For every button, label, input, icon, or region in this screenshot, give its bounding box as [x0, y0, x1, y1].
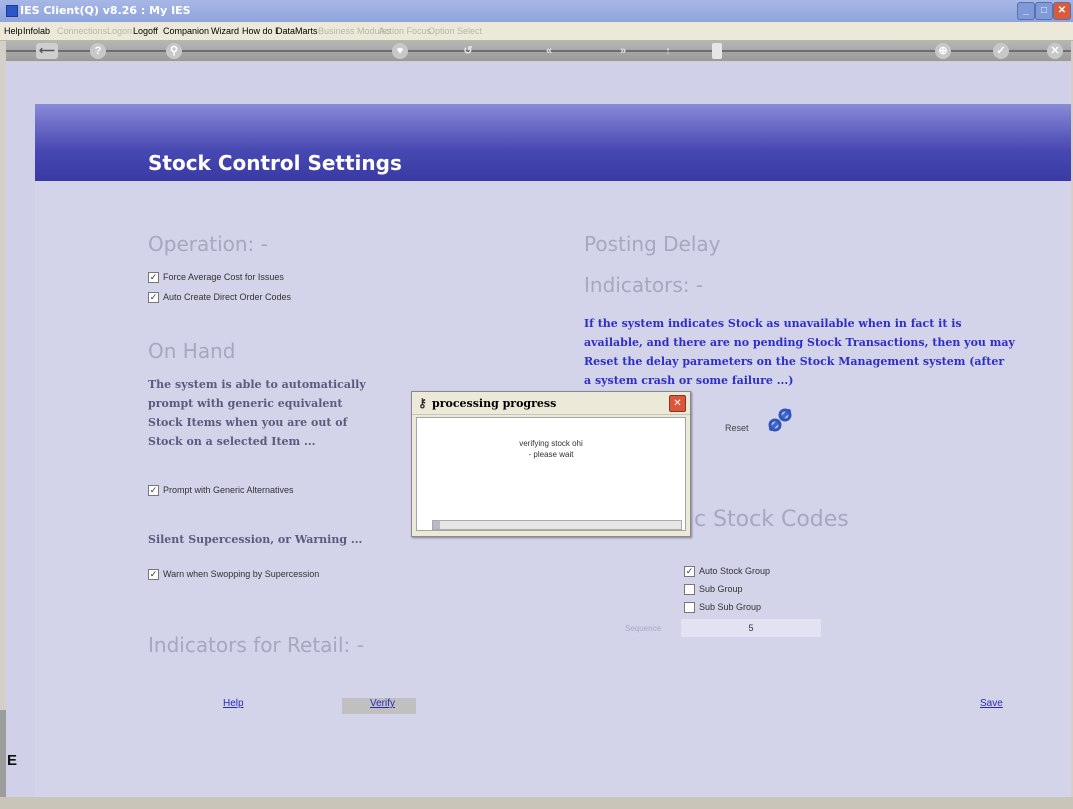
sequence-field[interactable]: 5: [681, 619, 821, 637]
supercession-text: Silent Supercession, or Warning ...: [148, 533, 363, 546]
checkbox-mark: ✓: [148, 272, 159, 284]
header-banner: Stock Control Settings: [35, 104, 1071, 181]
progress-fill: [433, 521, 441, 529]
menu-logon[interactable]: Logon: [107, 26, 132, 36]
menu-wizard[interactable]: Wizard: [211, 26, 239, 36]
verify-link[interactable]: Verify: [370, 698, 395, 709]
sequence-label: Sequence: [625, 624, 662, 633]
minimize-button[interactable]: _: [1017, 2, 1035, 20]
warn-supercession-checkbox[interactable]: ✓ Warn when Swopping by Supercession: [148, 569, 319, 581]
menu-infolab[interactable]: Infolab: [23, 26, 50, 36]
menu-connections[interactable]: Connections: [57, 26, 107, 36]
menu-logoff[interactable]: Logoff: [133, 26, 158, 36]
checkbox-mark: ✓: [148, 485, 159, 497]
forward-icon[interactable]: »: [615, 43, 631, 59]
page-title: Stock Control Settings: [148, 151, 402, 175]
maximize-button[interactable]: □: [1035, 2, 1053, 20]
window-title: IES Client(Q) v8.26 : My IES: [20, 4, 191, 17]
dialog-message-line2: - please wait: [528, 450, 574, 459]
menu-datamarts[interactable]: DataMarts: [276, 26, 318, 36]
checkbox-mark: [684, 584, 695, 596]
back-icon[interactable]: ⟵: [36, 43, 58, 59]
dialog-body: verifying stock ohi - please wait: [416, 417, 686, 531]
toolbar: ⟵ ? ⚲ ♥ ↺ « » ↑ ⊕ ✓ ✕: [6, 41, 1071, 61]
posting-delay-heading: Posting Delay: [584, 232, 721, 256]
sub-group-checkbox[interactable]: Sub Group: [684, 584, 743, 596]
menu-companion[interactable]: Companion: [163, 26, 209, 36]
force-average-cost-checkbox[interactable]: ✓ Force Average Cost for Issues: [148, 272, 284, 284]
progress-bar: [432, 520, 682, 530]
posting-delay-text: If the system indicates Stock as unavail…: [584, 317, 1015, 387]
title-bar: IES Client(Q) v8.26 : My IES _ □ ✕: [0, 0, 1073, 23]
dialog-close-button[interactable]: ✕: [669, 395, 686, 412]
indicators-heading: Indicators: -: [584, 273, 704, 297]
stop-icon[interactable]: [712, 43, 722, 59]
help-icon[interactable]: ?: [90, 43, 106, 59]
nav-icon[interactable]: ↑: [660, 43, 676, 59]
prompt-generic-alternatives-checkbox[interactable]: ✓ Prompt with Generic Alternatives: [148, 485, 294, 497]
dialog-message-line1: verifying stock ohi: [519, 439, 583, 448]
on-hand-text: The system is able to automatically prom…: [148, 378, 366, 448]
reset-link-icon[interactable]: [763, 403, 797, 437]
processing-progress-dialog: ⚷ processing progress ✕ verifying stock …: [411, 391, 691, 537]
auto-stock-group-checkbox[interactable]: ✓ Auto Stock Group: [684, 566, 770, 578]
dialog-title: processing progress: [432, 397, 557, 410]
checkbox-mark: ✓: [148, 569, 159, 581]
menu-option-select[interactable]: Option Select: [428, 26, 482, 36]
checkbox-mark: ✓: [684, 566, 695, 578]
rewind-icon[interactable]: «: [541, 43, 557, 59]
checkbox-mark: ✓: [148, 292, 159, 304]
refresh-icon[interactable]: ↺: [460, 43, 476, 59]
dialog-title-bar: ⚷ processing progress ✕: [412, 392, 690, 415]
checkbox-mark: [684, 602, 695, 614]
left-strip: [0, 710, 6, 800]
save-link[interactable]: Save: [980, 698, 1003, 709]
status-bar: [0, 797, 1073, 809]
stock-codes-heading: c Stock Codes: [694, 507, 849, 532]
retail-heading: Indicators for Retail: -: [148, 633, 364, 657]
sub-sub-group-checkbox[interactable]: Sub Sub Group: [684, 602, 761, 614]
search-icon[interactable]: ⚲: [166, 43, 182, 59]
auto-create-direct-order-checkbox[interactable]: ✓ Auto Create Direct Order Codes: [148, 292, 291, 304]
key-icon: ⚷: [418, 396, 427, 410]
heart-icon[interactable]: ♥: [392, 43, 408, 59]
menu-how-do-i[interactable]: How do I: [242, 26, 278, 36]
close-window-button[interactable]: ✕: [1053, 2, 1071, 20]
close-icon[interactable]: ✕: [1047, 43, 1063, 59]
operation-heading: Operation: -: [148, 232, 268, 256]
zoom-icon[interactable]: ⊕: [935, 43, 951, 59]
menu-help[interactable]: Help: [4, 26, 23, 36]
menu-bar: Help Infolab Connections Logon Logoff Co…: [0, 22, 1073, 41]
check-icon[interactable]: ✓: [993, 43, 1009, 59]
app-icon: [6, 5, 18, 17]
side-glyph: E: [7, 752, 18, 769]
on-hand-heading: On Hand: [148, 339, 236, 363]
menu-action-focus[interactable]: Action Focus: [379, 26, 431, 36]
help-link[interactable]: Help: [223, 698, 244, 709]
reset-label: Reset: [725, 423, 749, 433]
